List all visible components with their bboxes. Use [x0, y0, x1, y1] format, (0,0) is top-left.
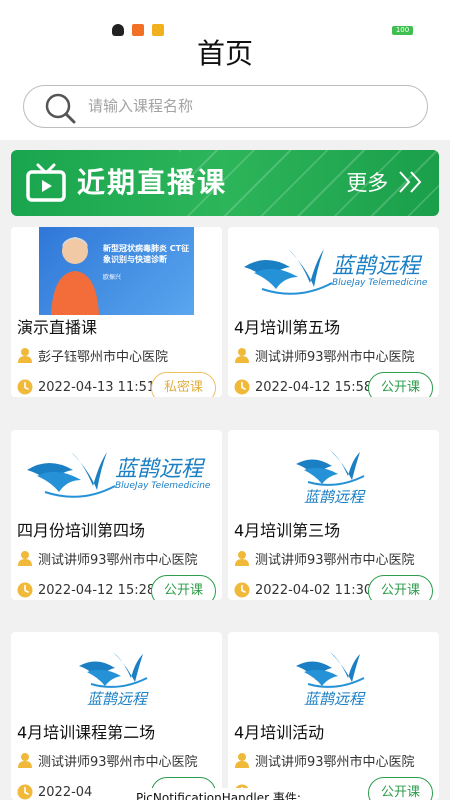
course-host-row: 测试讲师93鄂州市中心医院	[17, 548, 222, 568]
bluejay-logo: 蓝鹊远程 BlueJay Telemedicine	[244, 249, 428, 295]
course-host: 测试讲师93鄂州市中心医院	[38, 754, 198, 770]
message-icon	[152, 24, 164, 36]
course-card[interactable]: 新型冠状病毒肺炎 CT征象识别与快速诊断 欧振兴 演示直播课 彭子钰鄂州市中心医…	[11, 227, 222, 397]
course-host: 彭子钰鄂州市中心医院	[38, 349, 169, 365]
course-type-tag[interactable]: 公开课	[368, 372, 433, 397]
course-time: 2022-04-13 11:51	[38, 379, 156, 395]
mi-icon	[132, 24, 144, 36]
status-bar: 100	[0, 0, 450, 36]
course-title: 4月培训课程第二场	[17, 723, 156, 742]
clock-icon	[17, 582, 33, 598]
course-time-row: 2022-04-12 15:28	[17, 580, 155, 600]
course-type-tag[interactable]: 公开课	[368, 575, 433, 600]
course-card[interactable]: 蓝鹊远程 BlueJay Telemedicine 4月培训第五场 测试讲师93…	[228, 227, 439, 397]
user-icon	[18, 753, 32, 768]
clock-icon	[17, 379, 33, 395]
logo-cn-text: 蓝鹊远程	[304, 488, 366, 506]
more-label: 更多	[346, 171, 389, 195]
user-icon	[235, 348, 249, 363]
course-host-row: 测试讲师93鄂州市中心医院	[234, 548, 439, 568]
banner-title: 近期直播课	[77, 166, 228, 199]
course-type-tag[interactable]: 私密课	[151, 372, 216, 397]
search-icon	[45, 93, 76, 124]
course-title: 演示直播课	[17, 318, 98, 337]
clock-icon	[17, 784, 33, 800]
user-icon	[18, 348, 32, 363]
course-time: 2022-04-12 15:58	[255, 379, 373, 395]
live-course-banner[interactable]: 近期直播课 更多	[11, 150, 439, 216]
course-title: 4月培训第五场	[234, 318, 341, 337]
notification-toast: PicNotificationHandler 事件:	[118, 788, 338, 800]
course-card[interactable]: 蓝鹊远程 BlueJay Telemedicine 四月份培训第四场 测试讲师9…	[11, 430, 222, 600]
header: 首页 请输入课程名称	[0, 36, 450, 140]
battery-indicator: 100	[392, 26, 413, 35]
logo-en-text: BlueJay Telemedicine	[332, 278, 428, 288]
course-host: 测试讲师93鄂州市中心医院	[255, 754, 415, 770]
logo-en-text: BlueJay Telemedicine	[115, 481, 211, 491]
course-card[interactable]: 蓝鹊远程 4月培训活动 测试讲师93鄂州市中心医院 公开课	[228, 632, 439, 800]
user-icon	[235, 753, 249, 768]
logo-cn-text: 蓝鹊远程	[87, 690, 149, 708]
course-host-row: 测试讲师93鄂州市中心医院	[234, 750, 439, 770]
course-time-row: 2022-04-13 11:51	[17, 377, 155, 397]
course-host: 测试讲师93鄂州市中心医院	[38, 552, 198, 568]
course-host: 测试讲师93鄂州市中心医院	[255, 349, 415, 365]
course-host-row: 彭子钰鄂州市中心医院	[17, 345, 222, 365]
bluejay-logo: 蓝鹊远程 BlueJay Telemedicine	[27, 452, 211, 498]
logo-cn-text: 蓝鹊远程	[115, 457, 206, 482]
course-time-row: 2022-04-02 11:30	[234, 580, 372, 600]
clock-icon	[234, 379, 250, 395]
search-bar[interactable]: 请输入课程名称	[23, 85, 428, 128]
course-host-row: 测试讲师93鄂州市中心医院	[17, 750, 222, 770]
course-host-row: 测试讲师93鄂州市中心医院	[234, 345, 439, 365]
page-title: 首页	[196, 37, 253, 70]
logo-cn-text: 蓝鹊远程	[332, 254, 423, 279]
course-type-tag[interactable]: 公开课	[151, 575, 216, 600]
course-time: 2022-04	[38, 784, 93, 800]
course-title: 4月培训第三场	[234, 521, 341, 540]
promo-presenter: 欧振兴	[103, 274, 122, 281]
presenter-photo	[51, 237, 99, 315]
course-time: 2022-04-12 15:28	[38, 582, 156, 598]
qq-icon	[112, 24, 124, 36]
search-input[interactable]: 请输入课程名称	[88, 86, 193, 126]
clock-icon	[234, 582, 250, 598]
course-card[interactable]: 蓝鹊远程 4月培训第三场 测试讲师93鄂州市中心医院 2022-04-02 11…	[228, 430, 439, 600]
tv-icon	[26, 163, 66, 202]
double-chevron-right-icon	[399, 171, 422, 193]
course-time-row: 2022-04	[17, 782, 92, 800]
bluejay-logo: 蓝鹊远程	[296, 652, 366, 708]
course-time: 2022-04-02 11:30	[255, 582, 373, 598]
course-time-row: 2022-04-12 15:58	[234, 377, 372, 397]
course-type-tag[interactable]: 公开课	[368, 777, 433, 800]
course-thumbnail: 新型冠状病毒肺炎 CT征象识别与快速诊断 欧振兴	[11, 227, 222, 315]
course-card[interactable]: 蓝鹊远程 4月培训课程第二场 测试讲师93鄂州市中心医院 2022-04	[11, 632, 222, 800]
course-title: 4月培训活动	[234, 723, 325, 742]
bluejay-logo: 蓝鹊远程	[296, 450, 366, 506]
logo-cn-text: 蓝鹊远程	[304, 690, 366, 708]
user-icon	[235, 551, 249, 566]
course-host: 测试讲师93鄂州市中心医院	[255, 552, 415, 568]
course-title: 四月份培训第四场	[17, 521, 146, 540]
bluejay-logo: 蓝鹊远程	[79, 652, 149, 708]
promo-headline: 新型冠状病毒肺炎 CT征象识别与快速诊断	[103, 244, 190, 264]
more-button[interactable]: 更多	[346, 150, 425, 216]
user-icon	[18, 551, 32, 566]
